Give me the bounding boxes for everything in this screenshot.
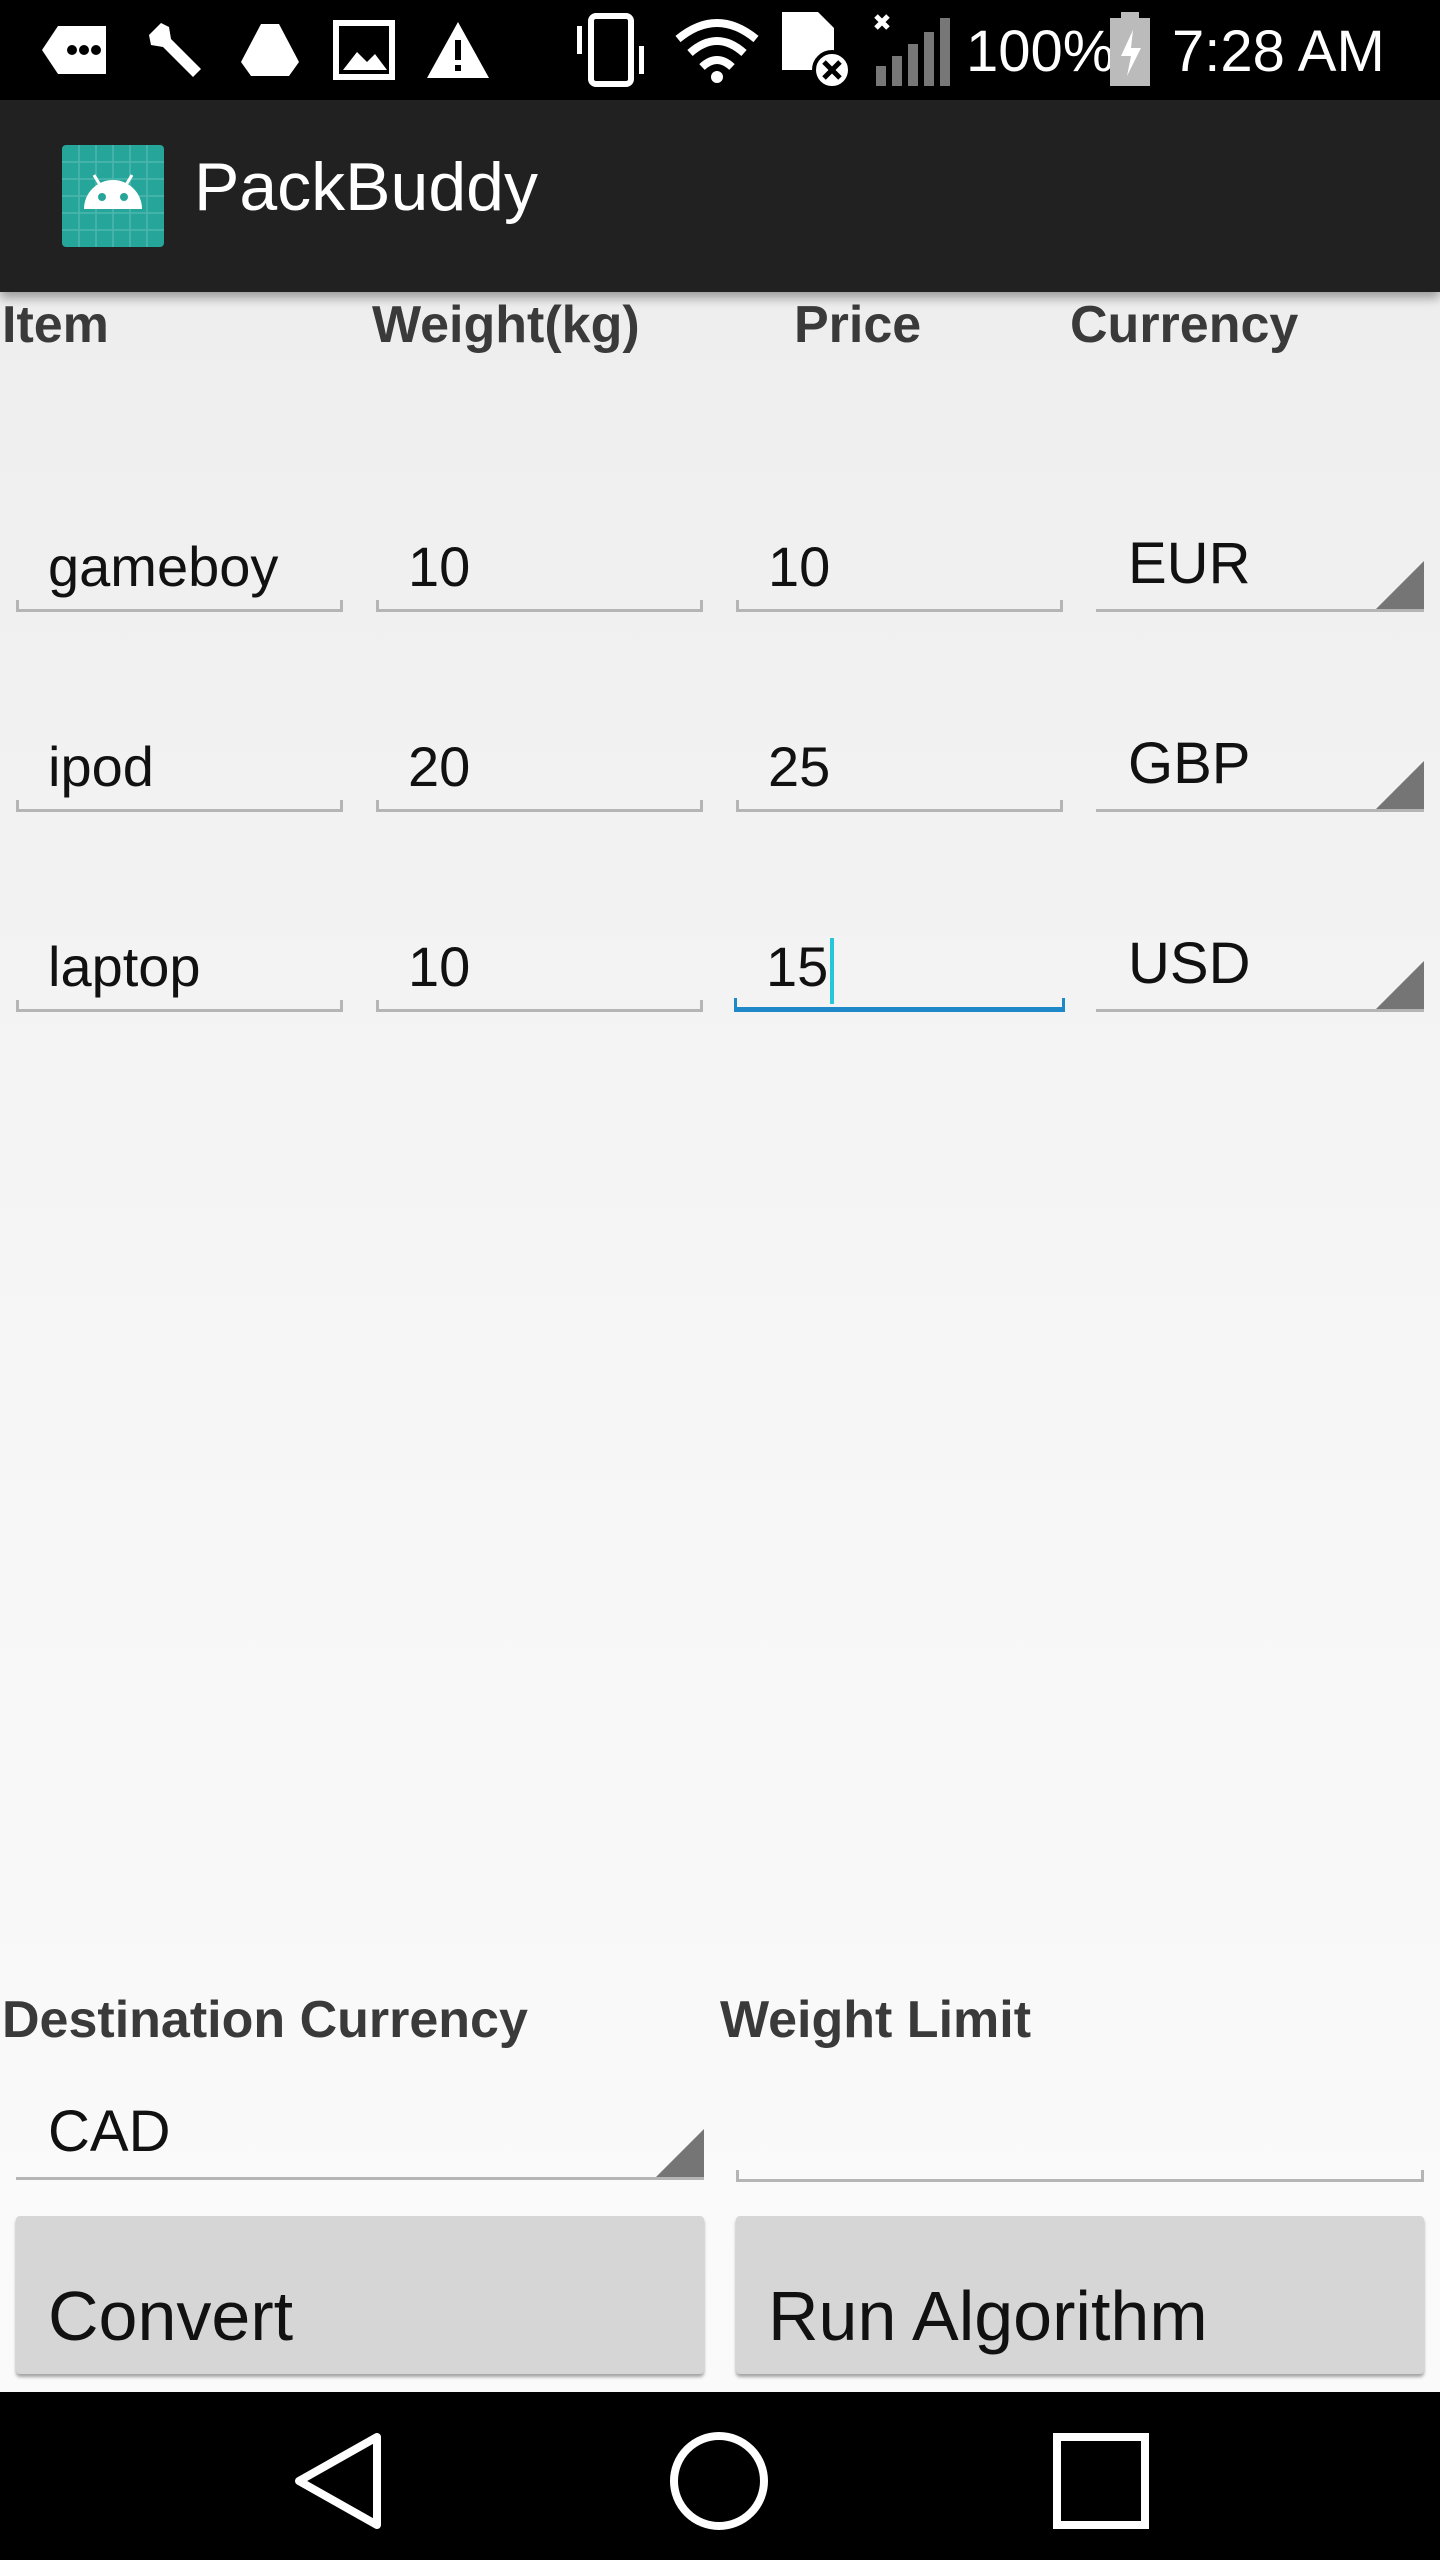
run-algorithm-button[interactable]: Run Algorithm [736, 2216, 1424, 2374]
dropdown-arrow-icon [1376, 961, 1424, 1009]
weight-input[interactable]: 10 [376, 922, 703, 1012]
message-icon [38, 12, 114, 88]
dropdown-arrow-icon [1376, 561, 1424, 609]
header-item: Item [2, 296, 109, 354]
weight-limit-input[interactable] [736, 2092, 1424, 2182]
dropdown-arrow-icon [656, 2129, 704, 2177]
text-cursor [830, 938, 835, 1005]
currency-value: USD [1128, 931, 1251, 996]
dropdown-arrow-icon [1376, 761, 1424, 809]
battery-percent: 100% [966, 19, 1115, 84]
currency-value: GBP [1128, 731, 1251, 796]
recents-icon[interactable] [1046, 2426, 1156, 2536]
item-name-input[interactable]: gameboy [16, 522, 343, 612]
weight-limit-label: Weight Limit [720, 1991, 1032, 2049]
header-currency: Currency [1070, 296, 1299, 354]
app-title: PackBuddy [194, 149, 538, 225]
android-icon [62, 145, 164, 247]
home-icon[interactable] [664, 2426, 774, 2536]
item-name-input[interactable]: ipod [16, 722, 343, 812]
wifi-icon [672, 12, 762, 88]
convert-button[interactable]: Convert [16, 2216, 704, 2374]
clock: 7:28 AM [1172, 19, 1385, 84]
back-icon[interactable] [286, 2426, 396, 2536]
price-value: 15 [766, 935, 829, 998]
currency-spinner[interactable]: GBP [1096, 722, 1424, 812]
status-bar: 100% 7:28 AM [0, 0, 1440, 100]
destination-currency-label: Destination Currency [2, 1991, 528, 2049]
price-input[interactable]: 25 [736, 722, 1063, 812]
price-input[interactable]: 10 [736, 522, 1063, 612]
header-weight: Weight(kg) [372, 296, 640, 354]
app-bar: PackBuddy [0, 100, 1440, 292]
currency-value: EUR [1128, 531, 1251, 596]
weight-input[interactable]: 20 [376, 722, 703, 812]
vibrate-icon [566, 12, 656, 88]
price-input-focused[interactable]: 15 [734, 922, 1065, 1012]
warning-icon [420, 12, 496, 88]
battery-charging-icon [1100, 12, 1160, 88]
weight-input[interactable]: 10 [376, 522, 703, 612]
signal-icon [868, 12, 958, 88]
navigation-bar [0, 2392, 1440, 2560]
destination-currency-spinner[interactable]: CAD [16, 2090, 704, 2180]
destination-currency-value: CAD [48, 2099, 171, 2164]
no-sim-icon [778, 12, 858, 90]
header-price: Price [794, 296, 922, 354]
image-icon [326, 12, 402, 88]
item-name-input[interactable]: laptop [16, 922, 343, 1012]
currency-spinner[interactable]: EUR [1096, 522, 1424, 612]
drive-icon [232, 12, 308, 88]
currency-spinner[interactable]: USD [1096, 922, 1424, 1012]
wrench-icon [136, 12, 212, 88]
